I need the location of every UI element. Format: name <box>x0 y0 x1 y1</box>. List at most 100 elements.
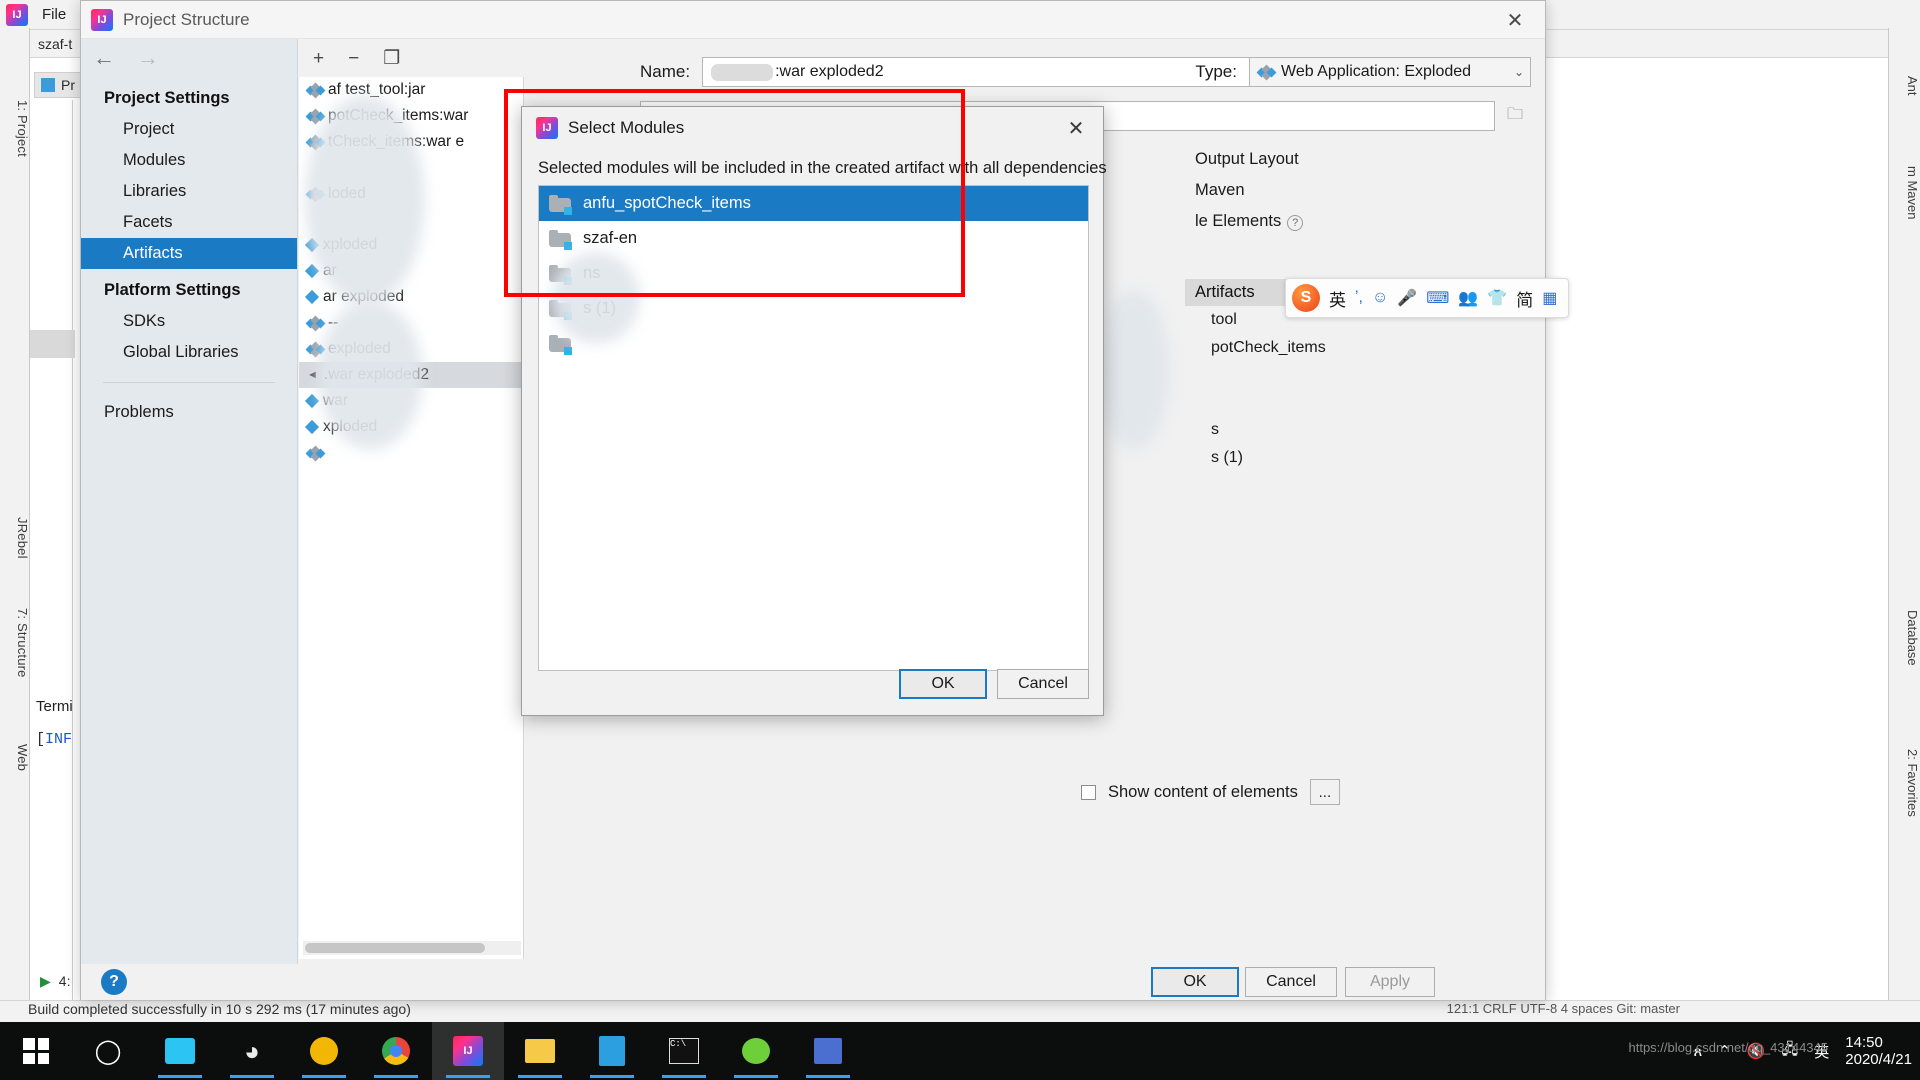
wechat-app-button[interactable] <box>720 1022 792 1080</box>
intellij-logo-icon <box>6 4 28 26</box>
sogou-logo-icon[interactable]: S <box>1292 284 1320 312</box>
copy-icon[interactable]: ❐ <box>383 49 400 68</box>
tree-row[interactable]: ar <box>299 258 524 284</box>
ime-keyboard-icon[interactable]: ⌨ <box>1426 288 1449 308</box>
sidebar-item-modules[interactable]: Modules <box>81 145 297 176</box>
rail-item-favorites[interactable]: 2: Favorites <box>1888 718 1920 848</box>
rail-item-web[interactable]: Web <box>0 728 30 788</box>
terminal-output-line: [INF <box>36 731 72 748</box>
sidebar-item-project[interactable]: Project <box>81 114 297 145</box>
dialog-cancel-button[interactable]: Cancel <box>997 669 1089 699</box>
file-explorer-button[interactable] <box>504 1022 576 1080</box>
select-modules-close-icon[interactable]: ✕ <box>1061 115 1091 141</box>
modules-list[interactable]: anfu_spotCheck_items szaf-en ns s (1) <box>538 185 1089 671</box>
help-icon[interactable]: ? <box>1287 215 1303 231</box>
tree-horizontal-scrollbar[interactable] <box>303 941 521 955</box>
tree-row[interactable]: xploded <box>299 232 524 258</box>
tree-row[interactable]: ar exploded <box>299 284 524 310</box>
list-item[interactable] <box>539 326 1088 361</box>
sidebar-item-facets[interactable]: Facets <box>81 207 297 238</box>
rail-item-project[interactable]: 1: Project <box>0 78 30 178</box>
tree-row[interactable] <box>299 440 524 466</box>
show-content-checkbox[interactable] <box>1081 785 1096 800</box>
sidebar-item-global-libraries[interactable]: Global Libraries <box>81 337 297 368</box>
rail-item-ant[interactable]: Ant <box>1888 56 1920 116</box>
tree-row[interactable]: af test_tool:jar <box>299 77 524 103</box>
tab-maven[interactable]: Maven <box>1185 175 1313 206</box>
ime-emoji-icon[interactable]: ☺ <box>1372 289 1388 307</box>
ime-account-icon[interactable]: 👥 <box>1458 288 1478 308</box>
tree-row[interactable]: loded <box>299 181 524 207</box>
tree-row[interactable]: potCheck_items:war <box>299 103 524 129</box>
navicat-app-button[interactable] <box>288 1022 360 1080</box>
sidebar-item-sdks[interactable]: SDKs <box>81 306 297 337</box>
list-item[interactable]: anfu_spotCheck_items <box>539 186 1088 221</box>
sogou-ime-toolbar[interactable]: S 英 ʼ, ☺ 🎤 ⌨ 👥 👕 简 ▦ <box>1285 278 1569 318</box>
tree-row[interactable]: exploded <box>299 336 524 362</box>
artifacts-tree[interactable]: af test_tool:jar potCheck_items:war tChe… <box>299 77 524 959</box>
back-arrow-icon[interactable]: ← <box>93 47 115 69</box>
menu-item-file[interactable]: File <box>42 6 66 23</box>
ime-punctuation-icon[interactable]: ʼ, <box>1355 289 1363 307</box>
qq-app-button[interactable]: ◕ <box>216 1022 288 1080</box>
select-modules-title-bar: Select Modules <box>522 107 1103 149</box>
remove-icon[interactable]: − <box>348 49 359 68</box>
artifact-icon <box>307 136 322 148</box>
start-button[interactable] <box>0 1022 72 1080</box>
artifact-name-input[interactable]: :war exploded2 <box>702 57 1264 87</box>
run-tab-label[interactable]: 4: <box>59 973 71 989</box>
rail-item-maven[interactable]: m Maven <box>1888 138 1920 248</box>
tree-row[interactable]: war <box>299 388 524 414</box>
sidebar-item-artifacts[interactable]: Artifacts <box>81 238 297 269</box>
ok-button[interactable]: OK <box>1151 967 1239 997</box>
list-item[interactable]: potCheck_items <box>1185 334 1541 362</box>
command-prompt-button[interactable]: C:\ <box>648 1022 720 1080</box>
cortana-search-button[interactable]: ◯ <box>72 1022 144 1080</box>
intellij-dialog-icon <box>536 117 558 139</box>
tree-row[interactable]: xploded <box>299 414 524 440</box>
dialog-ok-button[interactable]: OK <box>899 669 987 699</box>
list-item[interactable]: ns <box>539 256 1088 291</box>
project-structure-title-bar: Project Structure <box>81 1 1545 39</box>
apply-button[interactable]: Apply <box>1345 967 1435 997</box>
rail-item-structure[interactable]: 7: Structure <box>0 588 30 698</box>
artifact-type-dropdown[interactable]: Web Application: Exploded ⌄ <box>1249 57 1531 87</box>
sidebar-divider <box>103 382 275 383</box>
help-button[interactable]: ? <box>101 969 127 995</box>
ime-skin-icon[interactable]: 👕 <box>1487 288 1507 308</box>
terminal-tab-label[interactable]: Termi <box>36 698 73 715</box>
forward-arrow-icon[interactable]: → <box>137 47 159 69</box>
project-structure-close-icon[interactable]: ✕ <box>1495 7 1535 33</box>
list-item[interactable]: s <box>1185 416 1541 444</box>
cancel-button[interactable]: Cancel <box>1245 967 1337 997</box>
ime-voice-icon[interactable]: 🎤 <box>1397 288 1417 308</box>
run-play-icon[interactable]: ▶ <box>40 973 51 990</box>
ime-language-icon[interactable]: 英 <box>1329 286 1346 311</box>
clock[interactable]: 14:50 2020/4/21 <box>1845 1034 1912 1069</box>
remote-desktop-app-button[interactable] <box>792 1022 864 1080</box>
list-item[interactable]: s (1) <box>1185 444 1541 472</box>
add-icon[interactable]: + <box>313 49 324 68</box>
rail-item-database[interactable]: Database <box>1888 583 1920 693</box>
tab-output-layout[interactable]: Output Layout <box>1185 144 1313 175</box>
windows-logo-icon <box>23 1038 49 1064</box>
intellij-idea-app-button[interactable] <box>432 1022 504 1080</box>
tree-row[interactable]: tCheck_items:war e <box>299 129 524 155</box>
ime-toolbox-icon[interactable]: ▦ <box>1542 288 1557 308</box>
sidebar-item-problems[interactable]: Problems <box>81 397 297 428</box>
show-content-row: Show content of elements ... <box>1081 779 1340 805</box>
calculator-app-button[interactable] <box>576 1022 648 1080</box>
more-options-button[interactable]: ... <box>1310 779 1340 805</box>
tree-row[interactable]: -- <box>299 310 524 336</box>
ime-simplified-icon[interactable]: 简 <box>1516 286 1533 311</box>
tree-row-label: ar exploded <box>323 288 404 306</box>
sidebar-item-libraries[interactable]: Libraries <box>81 176 297 207</box>
list-item[interactable]: s (1) <box>539 291 1088 326</box>
sidebar-group-project-settings: Project Settings <box>81 77 297 114</box>
folder-browse-icon[interactable]: 🗀 <box>1498 101 1532 131</box>
chrome-app-button[interactable] <box>360 1022 432 1080</box>
tree-row[interactable]: ◄.war exploded2 <box>299 362 524 388</box>
rail-item-jrebel[interactable]: JRebel <box>0 498 30 578</box>
task-view-button[interactable] <box>144 1022 216 1080</box>
list-item[interactable]: szaf-en <box>539 221 1088 256</box>
